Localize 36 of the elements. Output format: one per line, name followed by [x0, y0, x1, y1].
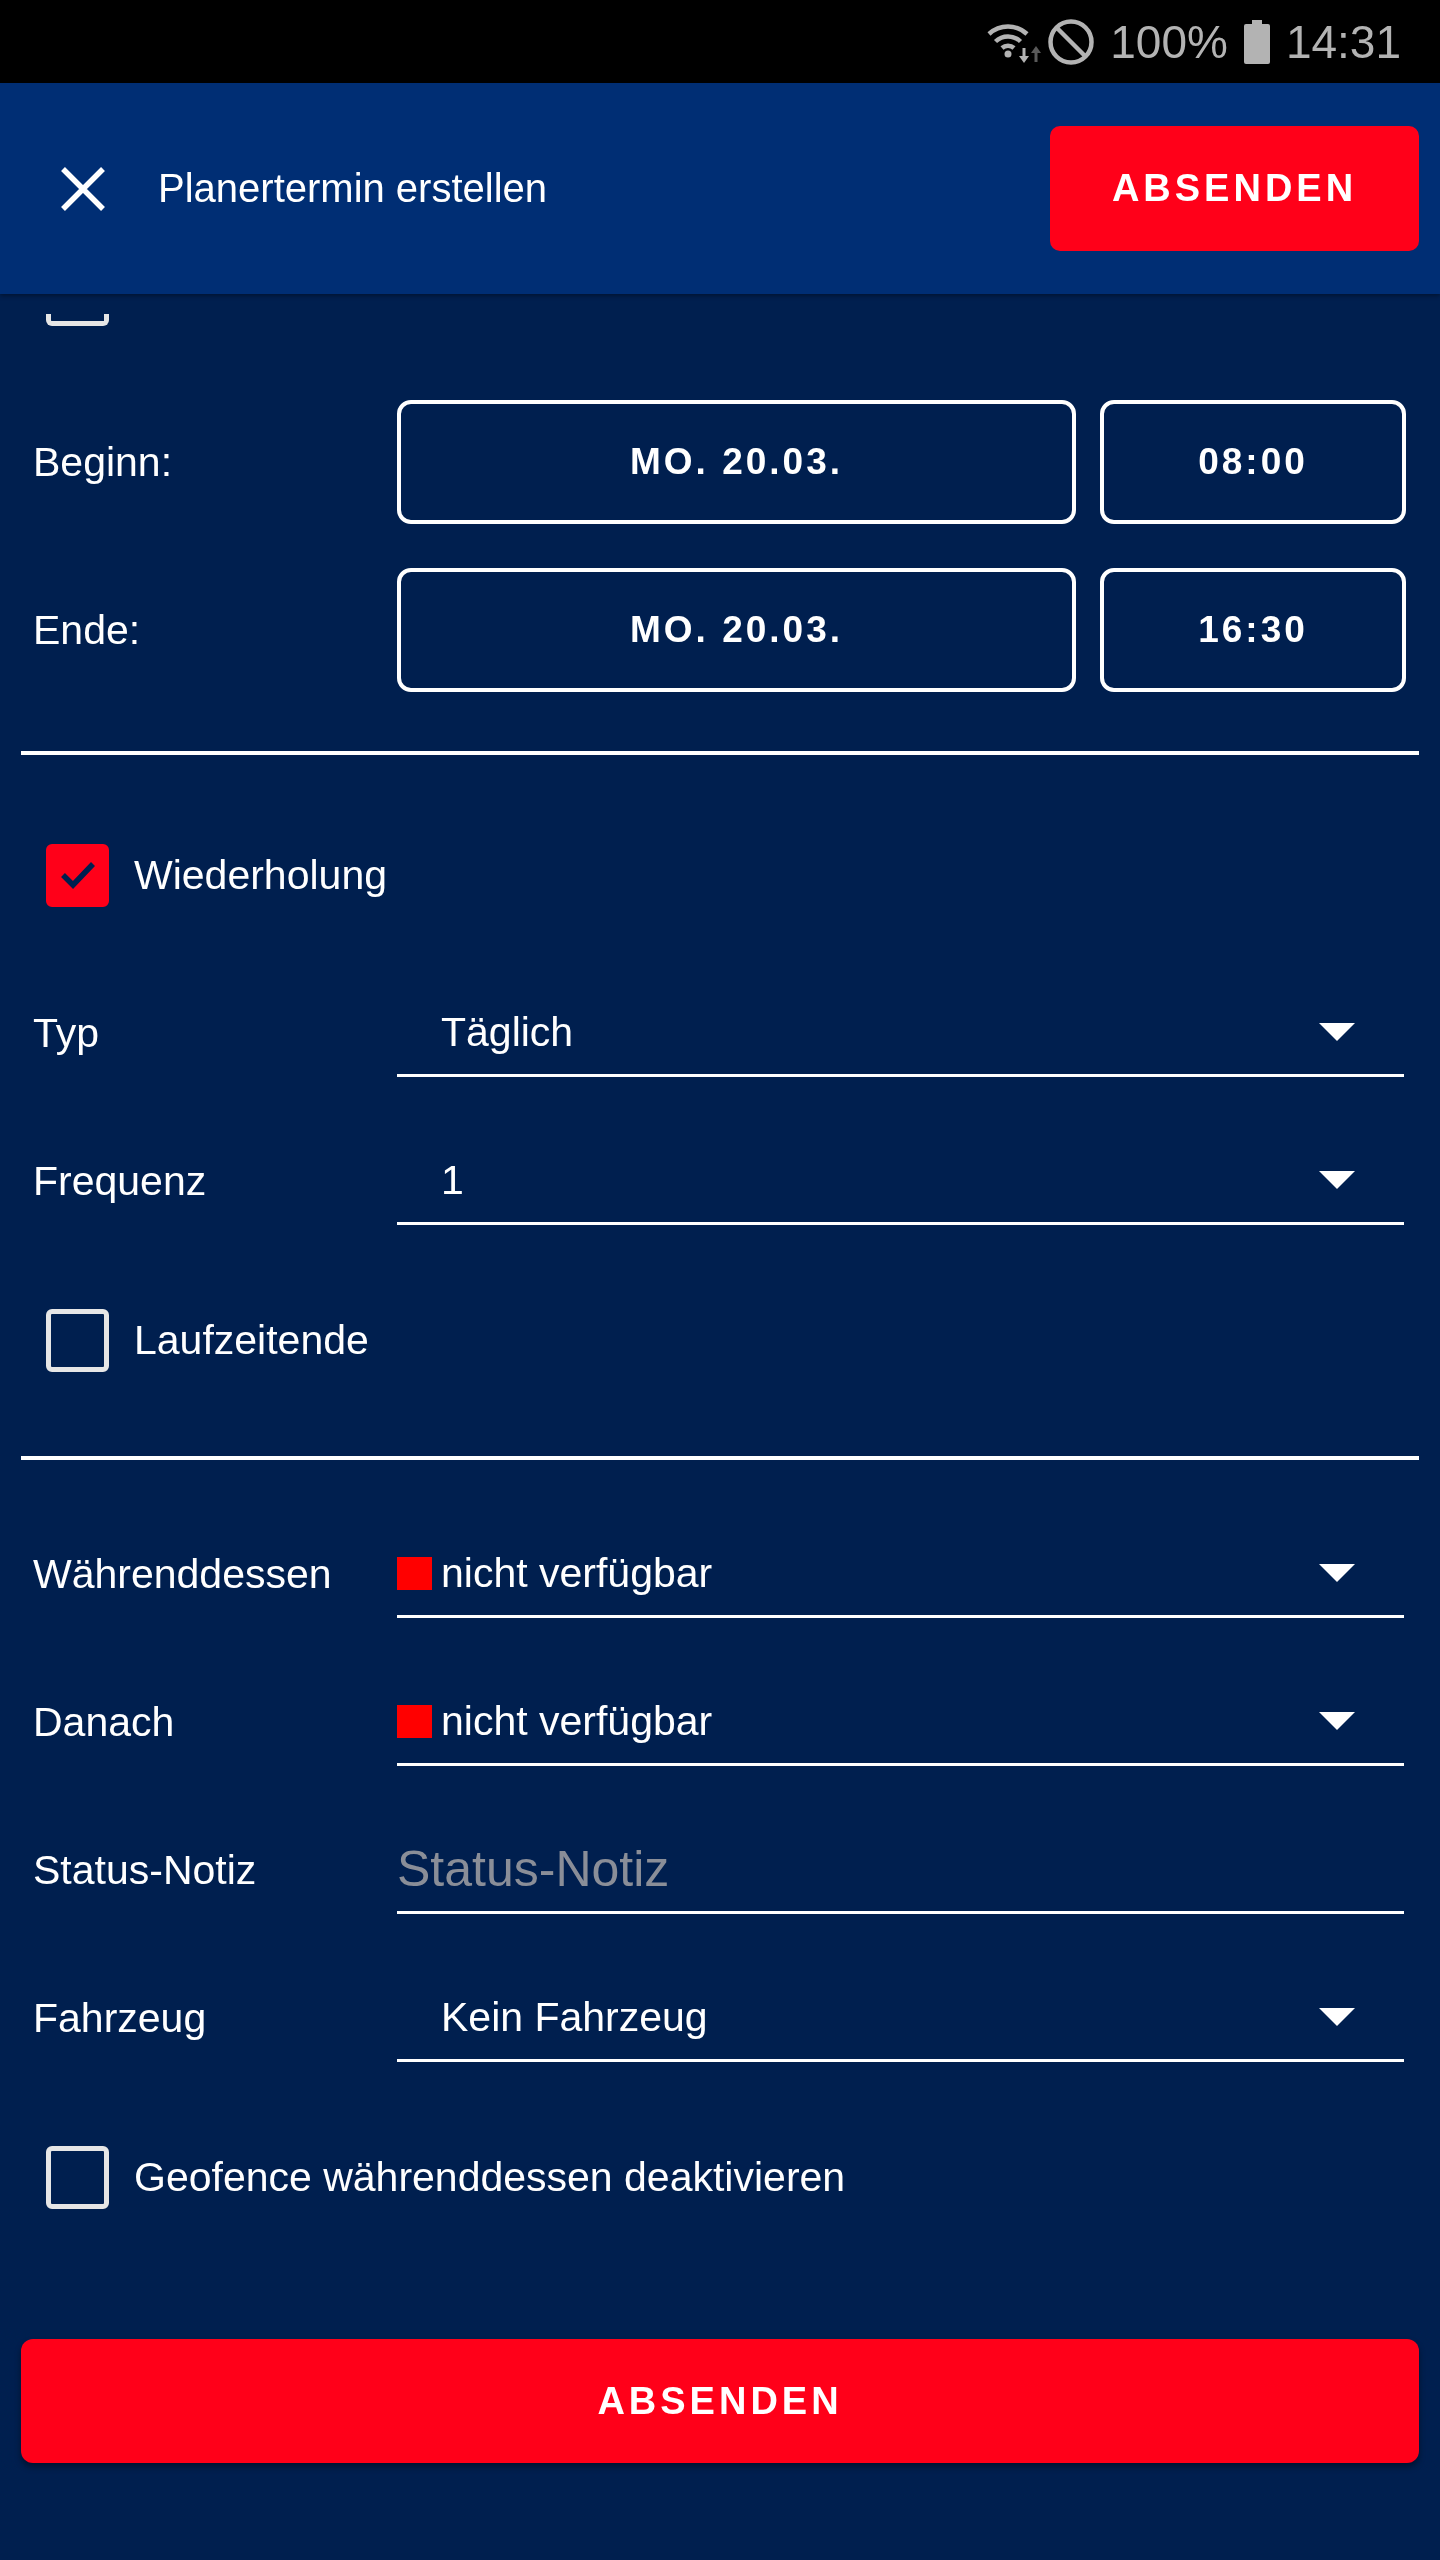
- dropdown[interactable]: nicht verfügbar: [397, 1531, 1404, 1618]
- dropdown[interactable]: Kein Fahrzeug: [397, 1975, 1404, 2062]
- submit-button[interactable]: ABSENDEN: [21, 2339, 1419, 2463]
- input-field[interactable]: Status-Notiz: [397, 1827, 1404, 1914]
- dropdown[interactable]: nicht verfügbar: [397, 1679, 1404, 1766]
- date-button[interactable]: MO. 20.03.: [397, 400, 1076, 524]
- caret-icon: [1319, 1023, 1355, 1041]
- clock-time: 14:31: [1285, 14, 1401, 69]
- battery-icon: [1243, 19, 1270, 64]
- close-icon[interactable]: [61, 166, 105, 211]
- checkbox[interactable]: [46, 843, 109, 907]
- field-label: Beginn:: [33, 438, 173, 485]
- check-icon: [59, 861, 96, 889]
- field-label: Währenddessen: [33, 1551, 332, 1598]
- caret-icon: [1319, 2008, 1355, 2026]
- caret-icon: [1319, 1712, 1355, 1730]
- caret-icon: [1319, 1171, 1355, 1189]
- field-label: Fahrzeug: [33, 1995, 207, 2042]
- field-label: Ende:: [33, 606, 141, 653]
- checkbox-label[interactable]: Laufzeitende: [134, 1316, 369, 1364]
- prohibition-icon: [1048, 18, 1095, 65]
- time-button[interactable]: 08:00: [1100, 400, 1406, 524]
- battery-percentage: 100%: [1110, 14, 1228, 69]
- caret-icon: [1319, 1564, 1355, 1582]
- dropdown[interactable]: Täglich: [397, 990, 1404, 1077]
- field-label: Danach: [33, 1699, 175, 1746]
- time-button[interactable]: 16:30: [1100, 568, 1406, 692]
- checkbox-label[interactable]: Geofence währenddessen deaktivieren: [134, 2153, 846, 2201]
- field-label: Status-Notiz: [33, 1847, 257, 1894]
- field-label: Frequenz: [33, 1158, 207, 1205]
- checkbox-label[interactable]: Wiederholung: [134, 851, 387, 899]
- submit-button[interactable]: ABSENDEN: [1050, 126, 1419, 251]
- field-label: Typ: [33, 1010, 100, 1057]
- screen-title: Planertermin erstellen: [158, 166, 548, 210]
- dropdown[interactable]: 1: [397, 1138, 1404, 1225]
- date-button[interactable]: MO. 20.03.: [397, 568, 1076, 692]
